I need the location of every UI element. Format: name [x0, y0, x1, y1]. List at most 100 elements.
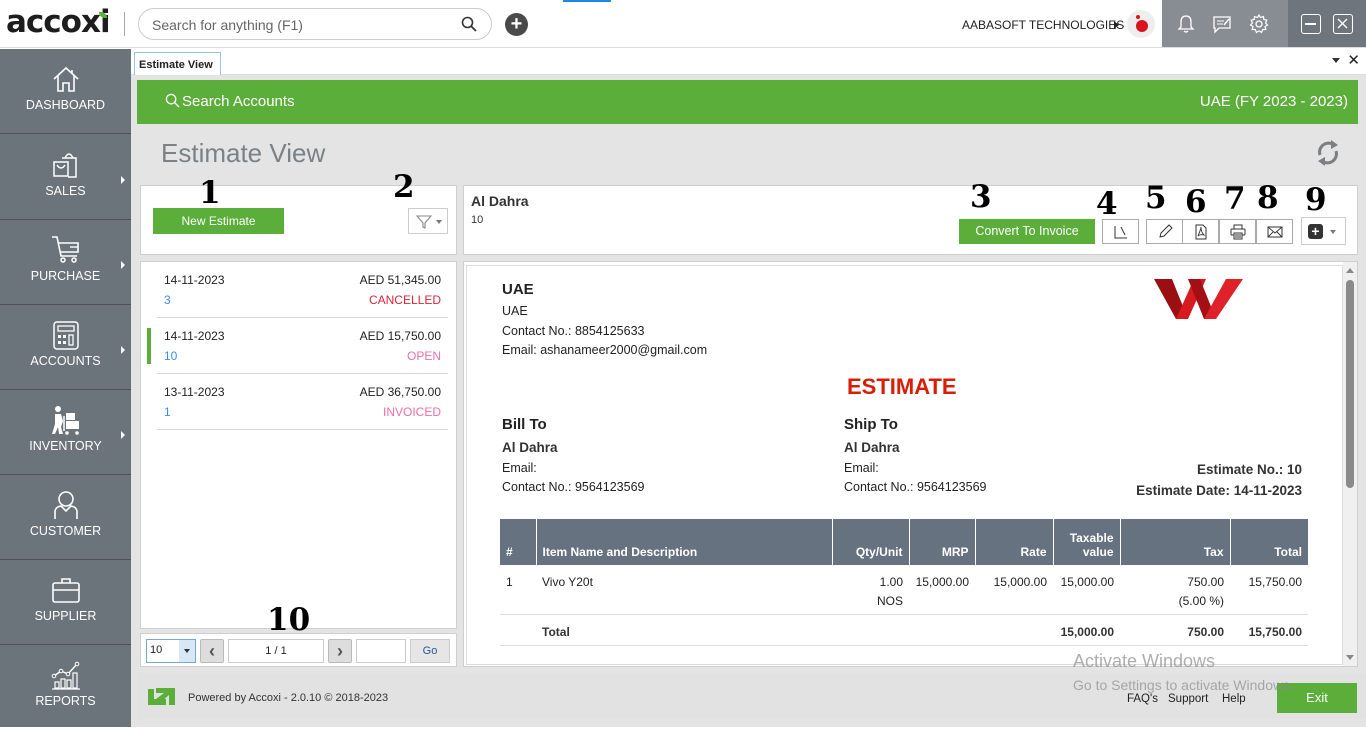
cell-empty [500, 614, 536, 646]
scroll-down-icon[interactable] [1346, 655, 1354, 660]
edit-button[interactable] [1146, 219, 1183, 244]
submenu-arrow-icon [121, 431, 125, 439]
estimate-document: UAE UAE Contact No.: 8854125633 Email: a… [466, 265, 1343, 665]
sidebar-item-dashboard[interactable]: DASHBOARD [0, 49, 131, 134]
sidebar-item-reports[interactable]: REPORTS [0, 645, 131, 730]
callout-number: 1 [199, 175, 221, 211]
tab-estimate-view[interactable]: Estimate View [134, 52, 221, 76]
search-icon [165, 93, 180, 108]
company-menu-arrow-icon[interactable] [1114, 21, 1119, 29]
total-label: Total [536, 614, 832, 646]
fiscal-year-label[interactable]: UAE (FY 2023 - 2023) [1200, 93, 1348, 110]
estimate-list-item[interactable]: 14-11-2023 AED 51,345.00 3 CANCELLED [157, 262, 448, 318]
go-button[interactable]: Go [410, 639, 450, 663]
home-icon [53, 66, 79, 92]
estimate-date: Estimate Date: 14-11-2023 [1136, 483, 1302, 498]
faq-link[interactable]: FAQ's [1127, 693, 1158, 705]
global-search[interactable] [138, 8, 492, 40]
scroll-thumb[interactable] [1346, 280, 1354, 488]
ship-to-heading: Ship To [844, 416, 898, 433]
sidebar-item-inventory[interactable]: INVENTORY [0, 390, 131, 475]
logo-text: accoxi [6, 4, 111, 40]
company-contact: Contact No.: 8854125633 [502, 324, 645, 338]
callout-number: 7 [1224, 181, 1246, 217]
goto-page-input[interactable] [356, 639, 406, 663]
chart-icon [51, 661, 80, 690]
person-icon [54, 491, 78, 519]
sidebar-label: INVENTORY [29, 439, 102, 453]
company-email: Email: ashanameer2000@gmail.com [502, 343, 708, 357]
new-estimate-button[interactable]: New Estimate [153, 208, 284, 234]
sidebar-item-accounts[interactable]: ACCOUNTS [0, 305, 131, 390]
divider [124, 12, 125, 36]
sidebar-item-sales[interactable]: SALES [0, 135, 131, 220]
gear-icon[interactable] [1248, 13, 1270, 35]
tab-strip: Estimate View ✕ [131, 48, 1366, 76]
sidebar: DASHBOARD SALES PURCHASE ACCOUNTS INVENT… [0, 49, 131, 727]
callout-number: 3 [970, 179, 992, 215]
printer-icon [1230, 224, 1246, 240]
ship-to-email: Email: [844, 461, 879, 475]
email-button[interactable] [1256, 219, 1293, 244]
cell-qty: 1.00 NOS [832, 565, 909, 615]
cell-mrp: 15,000.00 [909, 565, 975, 615]
sidebar-item-supplier[interactable]: SUPPLIER [0, 560, 131, 645]
feedback-icon[interactable] [1211, 13, 1233, 35]
shopping-bag-icon [53, 153, 77, 178]
page-size-value: 10 [150, 644, 163, 656]
company-avatar[interactable] [1127, 10, 1155, 38]
briefcase-icon [52, 578, 80, 603]
minimize-button[interactable] [1301, 14, 1321, 34]
next-page-button[interactable]: › [328, 639, 352, 663]
scroll-up-icon[interactable] [1346, 268, 1354, 273]
close-tab-button[interactable]: ✕ [1347, 51, 1360, 69]
callout-number: 4 [1096, 186, 1118, 222]
calculator-icon [53, 321, 79, 350]
close-window-button[interactable] [1333, 14, 1353, 34]
tab-list-dropdown-icon[interactable] [1332, 58, 1340, 63]
refresh-icon[interactable] [1314, 138, 1342, 168]
account-search-bar: Search Accounts UAE (FY 2023 - 2023) [137, 80, 1358, 124]
search-icon[interactable] [461, 16, 477, 32]
app-logo[interactable]: accoxi [6, 4, 111, 40]
quick-add-button[interactable]: + [505, 13, 528, 36]
table-header-row: # Item Name and Description Qty/Unit MRP… [500, 519, 1308, 565]
help-link[interactable]: Help [1222, 693, 1246, 705]
filter-button[interactable] [408, 208, 448, 234]
convert-to-invoice-button[interactable]: Convert To Invoice [959, 219, 1095, 244]
sidebar-item-customer[interactable]: CUSTOMER [0, 475, 131, 560]
pdf-button[interactable] [1182, 219, 1219, 244]
estimate-preview: UAE UAE Contact No.: 8854125633 Email: a… [463, 261, 1358, 667]
history-button[interactable] [1102, 219, 1139, 244]
cell-taxable: 15,000.00 [1053, 565, 1120, 615]
chevron-down-icon [436, 220, 442, 224]
company-name[interactable]: AABASOFT TECHNOLOGIES [962, 18, 1124, 32]
page-info: 1 / 1 [228, 639, 324, 663]
total-amount: 15,750.00 [1230, 614, 1308, 646]
estimate-status: INVOICED [382, 405, 441, 419]
tax-percent: (5.00 %) [1178, 594, 1224, 608]
callout-number: 6 [1185, 184, 1207, 220]
sidebar-item-purchase[interactable]: PURCHASE [0, 220, 131, 305]
accoxi-logo-icon [148, 688, 175, 705]
estimate-list-item[interactable]: 14-11-2023 AED 15,750.00 10 OPEN [147, 318, 448, 374]
total-row: Total 15,000.00 750.00 15,750.00 [500, 614, 1308, 646]
search-accounts-button[interactable]: Search Accounts [165, 93, 295, 110]
window-controls [1288, 0, 1366, 47]
unit-value: NOS [876, 594, 903, 608]
global-search-input[interactable] [152, 15, 452, 35]
windows-activation-watermark-subtext: Go to Settings to activate Windows. [1073, 677, 1294, 693]
estimate-number: 1 [164, 405, 171, 419]
estimate-amount: AED 36,750.00 [359, 385, 441, 399]
more-actions-button[interactable]: + [1301, 217, 1346, 245]
prev-page-button[interactable]: ‹ [200, 639, 224, 663]
estimate-list-item[interactable]: 13-11-2023 AED 36,750.00 1 INVOICED [157, 374, 448, 430]
col-header: Rate [974, 519, 1053, 565]
document-scrollbar[interactable] [1343, 262, 1357, 666]
support-link[interactable]: Support [1168, 693, 1208, 705]
estimate-list: 14-11-2023 AED 51,345.00 3 CANCELLED 14-… [140, 261, 457, 629]
bell-icon[interactable] [1175, 13, 1197, 35]
print-button[interactable] [1219, 219, 1256, 244]
page-size-select[interactable]: 10 [146, 639, 196, 663]
estimate-amount: AED 15,750.00 [359, 329, 441, 343]
